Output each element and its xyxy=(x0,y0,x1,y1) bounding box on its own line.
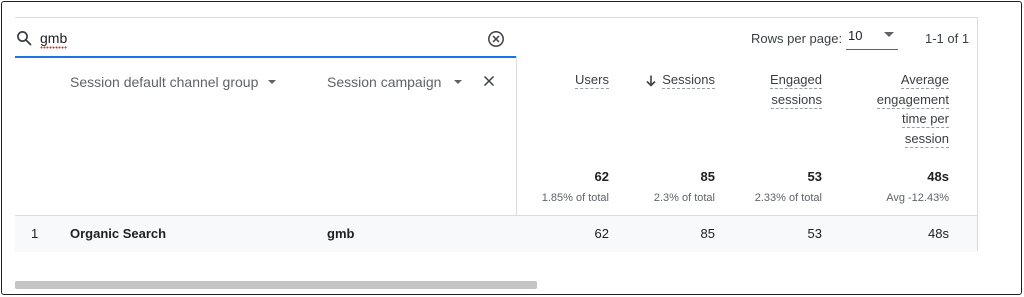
metric-header-label: Users xyxy=(575,72,609,89)
top-divider xyxy=(15,17,978,18)
cell-channel-group[interactable]: Organic Search xyxy=(70,226,166,241)
row-index: 1 xyxy=(31,226,39,241)
metric-header-avg-engagement-time[interactable]: Average engagement time per session xyxy=(876,70,949,148)
dropdown-caret-icon xyxy=(884,32,894,37)
rows-per-page-select[interactable]: 10 xyxy=(846,25,898,51)
cell-campaign[interactable]: gmb xyxy=(327,226,354,241)
metric-header-engaged-sessions[interactable]: Engaged sessions xyxy=(769,70,822,109)
total-avg-engagement-time: 48s xyxy=(927,169,949,184)
metric-header-users[interactable]: Users xyxy=(575,70,609,90)
cell-users: 62 xyxy=(594,226,609,241)
search-input[interactable] xyxy=(40,28,470,48)
avg-comparison-engagement-time: Avg -12.43% xyxy=(886,192,949,204)
total-sessions: 85 xyxy=(700,169,715,184)
cell-avg-engagement-time: 48s xyxy=(928,226,949,241)
select-underline xyxy=(846,49,898,50)
metric-header-sessions[interactable]: Sessions xyxy=(646,70,715,90)
pct-of-total-engaged-sessions: 2.33% of total xyxy=(754,192,822,204)
metric-header-label-line: time per xyxy=(902,111,949,128)
horizontal-scrollbar[interactable] xyxy=(15,281,537,289)
dropdown-triangle-icon xyxy=(268,80,277,84)
metric-header-label-line: session xyxy=(904,130,949,148)
search-icon xyxy=(16,30,32,46)
metric-header-label-line: Average xyxy=(900,72,949,89)
dimension-header-channel-group[interactable]: Session default channel group xyxy=(70,72,277,92)
pagination-range: 1-1 of 1 xyxy=(925,31,970,46)
metric-header-label: Sessions xyxy=(662,72,715,89)
metric-header-label-line: engagement xyxy=(876,91,949,109)
sort-descending-icon xyxy=(646,75,656,87)
dimension-header-label: Session default channel group xyxy=(70,74,259,90)
pct-of-total-users: 1.85% of total xyxy=(541,192,609,204)
remove-dimension-icon[interactable] xyxy=(482,74,496,88)
cell-engaged-sessions: 53 xyxy=(807,226,822,241)
metric-header-label-line: Engaged xyxy=(769,72,822,89)
dimension-header-campaign[interactable]: Session campaign xyxy=(327,72,463,92)
table-right-edge xyxy=(977,17,978,251)
total-users: 62 xyxy=(594,169,609,184)
rows-per-page-label: Rows per page: xyxy=(751,31,843,46)
metric-header-label-line: sessions xyxy=(771,91,822,109)
dimension-header-label: Session campaign xyxy=(327,74,442,90)
cell-sessions: 85 xyxy=(700,226,715,241)
pct-of-total-sessions: 2.3% of total xyxy=(653,192,715,204)
dropdown-triangle-icon xyxy=(454,80,463,84)
search-focus-underline xyxy=(15,56,517,58)
spellcheck-underline xyxy=(40,46,67,49)
total-engaged-sessions: 53 xyxy=(807,169,822,184)
clear-search-icon[interactable] xyxy=(487,30,505,48)
rows-per-page-value: 10 xyxy=(848,28,863,43)
